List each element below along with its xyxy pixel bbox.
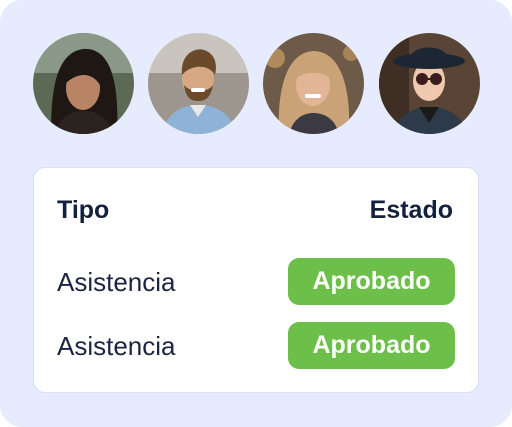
person-photo-woman-dark-hair-icon (33, 33, 134, 134)
avatar (33, 33, 134, 134)
approval-panel: Tipo Estado Asistencia Aprobado Asistenc… (0, 0, 512, 427)
avatar (263, 33, 364, 134)
status-badge-approved: Aprobado (288, 258, 455, 305)
row-type-label: Asistencia (57, 267, 176, 297)
avatar (379, 33, 480, 134)
column-header-type: Tipo (57, 196, 110, 224)
person-photo-man-beard-icon (148, 33, 249, 134)
person-photo-person-hat-sunglasses-icon (379, 33, 480, 134)
row-type-label: Asistencia (57, 331, 176, 361)
status-badge-approved: Aprobado (288, 322, 455, 369)
column-header-status: Estado (369, 196, 453, 224)
person-photo-woman-blonde-icon (263, 33, 364, 134)
avatar-group (33, 33, 481, 134)
avatar (148, 33, 249, 134)
request-table: Tipo Estado Asistencia Aprobado Asistenc… (33, 167, 479, 393)
